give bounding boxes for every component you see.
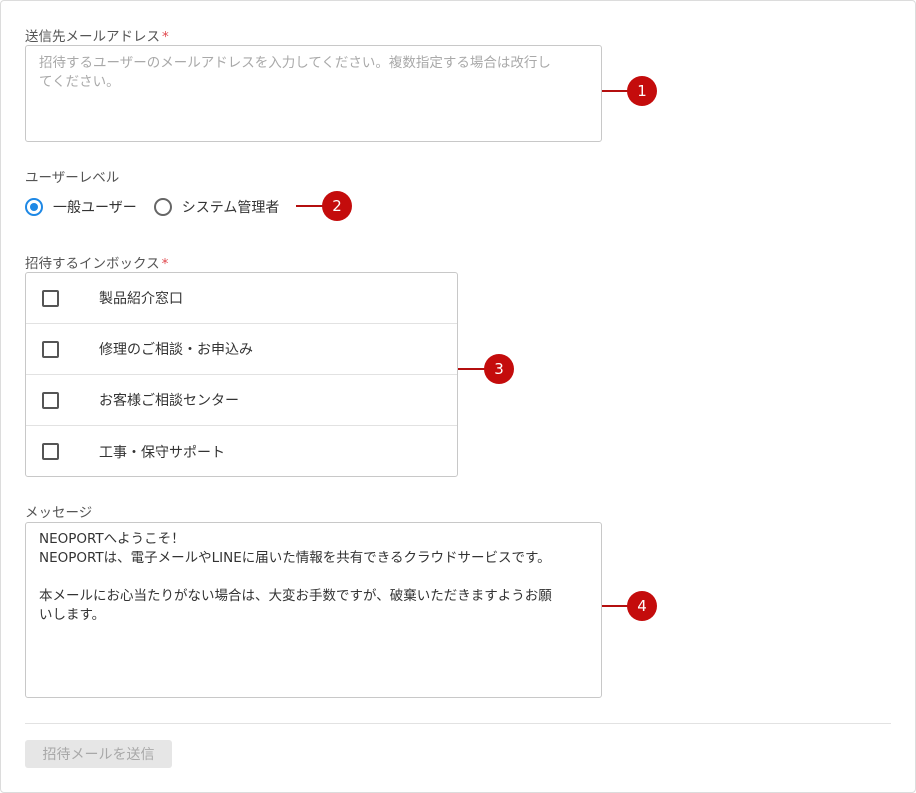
checkbox-icon[interactable] [42, 391, 59, 409]
message-field[interactable]: NEOPORTへようこそ！ NEOPORTは、電子メールやLINEに届いた情報を… [25, 522, 602, 698]
radio-unchecked-icon[interactable] [153, 198, 172, 216]
checkbox-icon[interactable] [42, 289, 59, 307]
message-label: メッセージ [25, 505, 93, 521]
radio-general-user-label: 一般ユーザー [53, 200, 137, 216]
inbox-item[interactable]: 工事・保守サポート [26, 426, 457, 477]
inbox-list: 製品紹介窓口 修理のご相談・お申込み お客様ご相談センター 工事・保守サポート [25, 272, 458, 477]
send-invite-button[interactable]: 招待メールを送信 [25, 740, 172, 768]
inbox-item-label: 製品紹介窓口 [99, 291, 183, 307]
inbox-item[interactable]: 修理のご相談・お申込み [26, 324, 457, 375]
inbox-item[interactable]: お客様ご相談センター [26, 375, 457, 426]
callout-badge: 1 [627, 76, 657, 106]
callout-badge: 4 [627, 591, 657, 621]
inbox-item[interactable]: 製品紹介窓口 [26, 273, 457, 324]
required-mark: * [162, 29, 169, 45]
checkbox-icon[interactable] [42, 340, 59, 358]
checkbox-icon[interactable] [42, 443, 59, 460]
user-level-radio-group: 一般ユーザー システム管理者 [25, 196, 279, 218]
radio-checked-icon[interactable] [25, 198, 43, 216]
inbox-item-label: 工事・保守サポート [99, 444, 225, 461]
inbox-item-label: 修理のご相談・お申込み [99, 342, 253, 358]
inboxes-label: 招待するインボックス * [25, 256, 169, 272]
email-field[interactable]: 招待するユーザーのメールアドレスを入力してください。複数指定する場合は改行し て… [25, 45, 602, 142]
radio-system-admin-label: システム管理者 [181, 200, 280, 216]
user-level-label: ユーザーレベル [25, 170, 120, 186]
callout-badge: 2 [322, 191, 352, 221]
inbox-item-label: お客様ご相談センター [99, 393, 239, 409]
divider [25, 723, 891, 724]
email-field-label: 送信先メールアドレス * [25, 29, 169, 45]
radio-general-user[interactable]: 一般ユーザー [25, 197, 137, 217]
callout-badge: 3 [484, 354, 514, 384]
radio-system-admin[interactable]: システム管理者 [153, 197, 280, 217]
required-mark: * [161, 256, 169, 272]
